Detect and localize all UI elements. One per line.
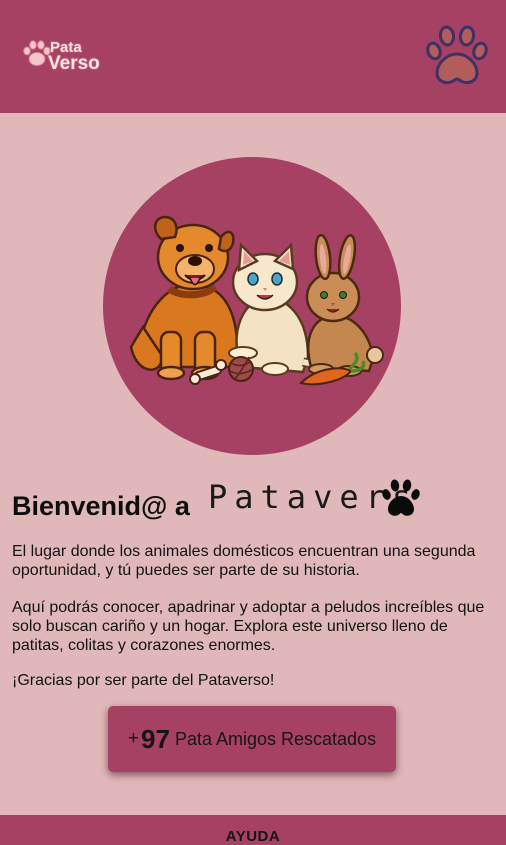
paw-icon (382, 479, 420, 516)
logo-text: Pata Verso (48, 40, 100, 74)
welcome-heading: Bienvenid@ a Patavers (12, 478, 502, 528)
rescued-count: 97 (141, 723, 170, 754)
header: Pata Verso (0, 0, 506, 113)
yarn-ball-illustration (228, 356, 254, 382)
rabbit-illustration (305, 233, 384, 377)
rescued-count-button[interactable]: + 97 Pata Amigos Rescatados (108, 706, 396, 772)
pataverso-logo[interactable]: Pata Verso (22, 38, 100, 78)
paw-icon (426, 25, 488, 85)
rescued-label: Pata Amigos Rescatados (174, 728, 377, 749)
thanks-paragraph: ¡Gracias por ser parte del Pataverso! (12, 672, 275, 689)
help-link[interactable]: AYUDA (0, 828, 506, 845)
footer: AYUDA (0, 815, 506, 845)
dog-illustration (129, 215, 239, 381)
logo-line-2: Verso (48, 53, 100, 74)
hero-image (103, 157, 401, 455)
paw-menu-button[interactable] (424, 24, 490, 88)
intro-paragraph: El lugar donde los animales domésticos e… (12, 543, 476, 579)
stat-plus: + (127, 728, 140, 749)
welcome-title: Bienvenid@ a (12, 491, 190, 521)
pets-illustration (129, 215, 384, 386)
description-paragraph: Aquí podrás conocer, apadrinar y adoptar… (12, 599, 485, 654)
